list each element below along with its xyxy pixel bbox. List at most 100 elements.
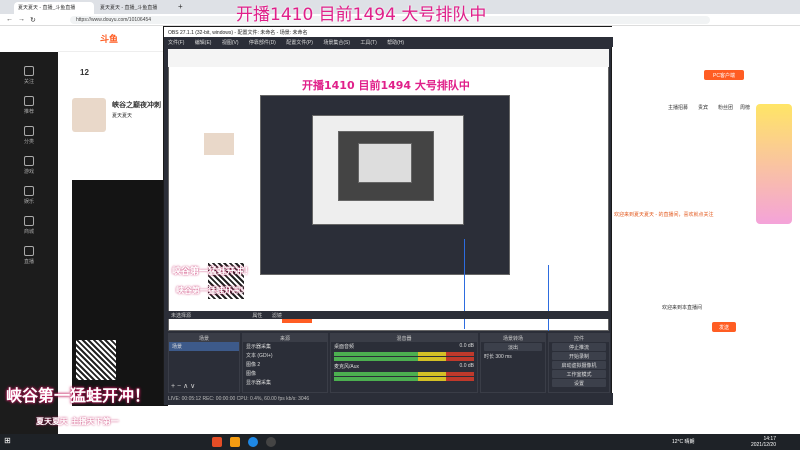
source-item[interactable]: 文本 (GDI+) (243, 351, 327, 360)
cart-icon (24, 216, 34, 226)
promo-banner[interactable] (756, 104, 792, 224)
right-chat-panel: PC客户端 主播招募 贵宾 粉丝团 周榜 欢迎来到夏天夏天 - 的直播间，喜欢就… (612, 26, 800, 434)
heart-icon (24, 66, 34, 76)
streamer-name[interactable]: 夏天夏天 (112, 112, 132, 119)
transitions-dock: 场景转场 淡出 时长 300 ms (480, 333, 546, 393)
taskbar-clock[interactable]: 14:17 2021/12/20 (751, 436, 776, 448)
source-item[interactable]: 图像 2 (243, 360, 327, 369)
source-item[interactable]: 图像 (243, 369, 327, 378)
menu-profile[interactable]: 配置文件(P) (286, 40, 313, 46)
volume-meter (334, 352, 474, 356)
controls-dock: 控件 停止推流 开始录制 启动虚拟摄像机 工作室模式 设置 (548, 333, 610, 393)
virtual-camera-button[interactable]: 启动虚拟摄像机 (552, 361, 606, 369)
stop-streaming-button[interactable]: 停止推流 (552, 343, 606, 351)
menu-docks[interactable]: 停靠部件(D) (249, 40, 276, 46)
menu-edit[interactable]: 编辑(E) (195, 40, 212, 46)
obs-icon[interactable] (266, 437, 276, 447)
transitions-dock-title: 场景转场 (481, 334, 545, 342)
clock-date: 2021/12/20 (750, 442, 776, 448)
preview-browser-bar (168, 49, 609, 67)
windows-start-icon[interactable]: ⊞ (4, 436, 14, 446)
start-recording-button[interactable]: 开始录制 (552, 352, 606, 360)
follow-count: 12 (80, 68, 89, 77)
mixer-dock: 混音器 桌面音频 0.0 dB 麦克风/Aux 0.0 dB (330, 333, 478, 393)
scenes-dock-title: 场景 (169, 334, 239, 342)
back-icon[interactable]: ← (6, 16, 13, 23)
source-toolbar: 未选择源 属性 滤镜 (168, 311, 609, 319)
preview-guide-line (548, 265, 549, 331)
scenes-dock: 场景 场景 + − ∧ ∨ (168, 333, 240, 393)
tab-label: 夏天夏天 - 直播_斗鱼直播 (100, 5, 158, 11)
scene-item[interactable]: 场景 (169, 342, 239, 351)
stream-title: 峡谷之巅夜冲刺 (112, 102, 161, 109)
source-item[interactable]: 显示器采集 (243, 342, 327, 351)
tab-fans[interactable]: 粉丝团 (718, 104, 733, 111)
streamer-avatar[interactable] (72, 98, 106, 132)
controls-dock-title: 控件 (549, 334, 609, 342)
filters-button[interactable]: 滤镜 (272, 313, 282, 319)
grid-icon (24, 126, 34, 136)
tab-weekly[interactable]: 周榜 (740, 104, 750, 111)
mic-icon (24, 186, 34, 196)
nav-item-category[interactable]: 分类 (0, 122, 58, 150)
send-button[interactable]: 发送 (712, 322, 736, 332)
menu-file[interactable]: 文件(F) (168, 40, 184, 46)
nav-item-live[interactable]: 直播 (0, 242, 58, 270)
menu-tools[interactable]: 工具(T) (360, 40, 376, 46)
duration-input[interactable]: 300 ms (495, 354, 511, 360)
tab-recruit[interactable]: 主播招募 (668, 104, 688, 111)
mixer-channel-mic: 麦克风/Aux 0.0 dB (334, 363, 474, 370)
obs-window: OBS 27.1.1 (32-bit, windows) - 配置文件: 未命名… (163, 26, 613, 405)
site-logo[interactable]: 斗鱼 (100, 32, 118, 45)
nav-item-game[interactable]: 游戏 (0, 152, 58, 180)
chat-notice: 欢迎来到夏天夏天 - 的直播间，喜欢就点关注 (614, 212, 714, 218)
obs-status-bar: LIVE: 00:05:12 REC: 00:00:00 CPU: 0.4%, … (164, 393, 613, 405)
volume-meter (334, 372, 474, 376)
danmaku-line: 夏天夏天 主播天下第一 (36, 417, 119, 426)
menu-view[interactable]: 视图(V) (222, 40, 239, 46)
obs-preview[interactable]: 开播1410 目前1494 大号排队中 峡谷第一猛蛙开冲！ (168, 49, 609, 331)
preview-avatar (204, 133, 234, 155)
forward-icon[interactable]: → (18, 16, 25, 23)
weather-widget[interactable]: 12°C 晴朗 (672, 438, 695, 445)
volume-slider[interactable] (334, 357, 474, 361)
new-tab-button[interactable]: + (178, 2, 188, 14)
properties-button[interactable]: 属性 (252, 313, 262, 319)
settings-button[interactable]: 设置 (552, 379, 606, 387)
qr-code (76, 340, 116, 380)
app-icon[interactable] (212, 437, 222, 447)
sources-dock-title: 来源 (243, 334, 327, 342)
mixer-dock-title: 混音器 (331, 334, 477, 342)
pc-client-button[interactable]: PC客户端 (704, 70, 744, 80)
preview-overlay-text: 开播1410 目前1494 大号排队中 (302, 79, 470, 92)
transition-select[interactable]: 淡出 (484, 343, 542, 351)
preview-danmaku: 峡谷第一猛蛙开冲！ (176, 286, 248, 295)
nav-item-ent[interactable]: 娱乐 (0, 182, 58, 210)
tab-vip[interactable]: 贵宾 (698, 104, 708, 111)
menu-scene-collection[interactable]: 场景集合(S) (323, 40, 350, 46)
sources-dock: 来源 显示器采集 文本 (GDI+) 图像 2 图像 显示器采集 (242, 333, 328, 393)
reload-icon[interactable]: ↻ (30, 16, 36, 24)
browser-tab-active[interactable]: 夏天夏天 - 直播_斗鱼直播 (14, 2, 94, 14)
edge-icon[interactable] (248, 437, 258, 447)
mixer-channel-desktop: 桌面音频 0.0 dB (334, 343, 474, 350)
menu-help[interactable]: 帮助(H) (387, 40, 404, 46)
nav-item-shop[interactable]: 商城 (0, 212, 58, 240)
danmaku-big: 峡谷第一猛蛙开冲！ (6, 386, 151, 405)
gamepad-icon (24, 156, 34, 166)
no-source-label: 未选择源 (171, 313, 192, 319)
volume-slider[interactable] (334, 377, 474, 381)
nav-item-follow[interactable]: 关注 (0, 62, 58, 90)
star-icon (24, 96, 34, 106)
overlay-banner-text: 开播1410 目前1494 大号排队中 (236, 5, 487, 25)
danmaku-float: 峡谷第一猛蛙开冲！ (172, 267, 254, 277)
studio-mode-button[interactable]: 工作室模式 (552, 370, 606, 378)
browser-tab[interactable]: 夏天夏天 - 直播_斗鱼直播 (96, 2, 176, 14)
welcome-text: 欢迎来到本直播间 (662, 305, 703, 311)
source-item[interactable]: 显示器采集 (243, 378, 327, 387)
scene-add-icon[interactable]: + − ∧ ∨ (171, 382, 195, 390)
nav-item-recommend[interactable]: 推荐 (0, 92, 58, 120)
windows-taskbar: ⊞ 12°C 晴朗 14:17 2021/12/20 (0, 434, 800, 450)
obs-menu-bar: 文件(F) 编辑(E) 视图(V) 停靠部件(D) 配置文件(P) 场景集合(S… (164, 37, 613, 47)
app-icon[interactable] (230, 437, 240, 447)
